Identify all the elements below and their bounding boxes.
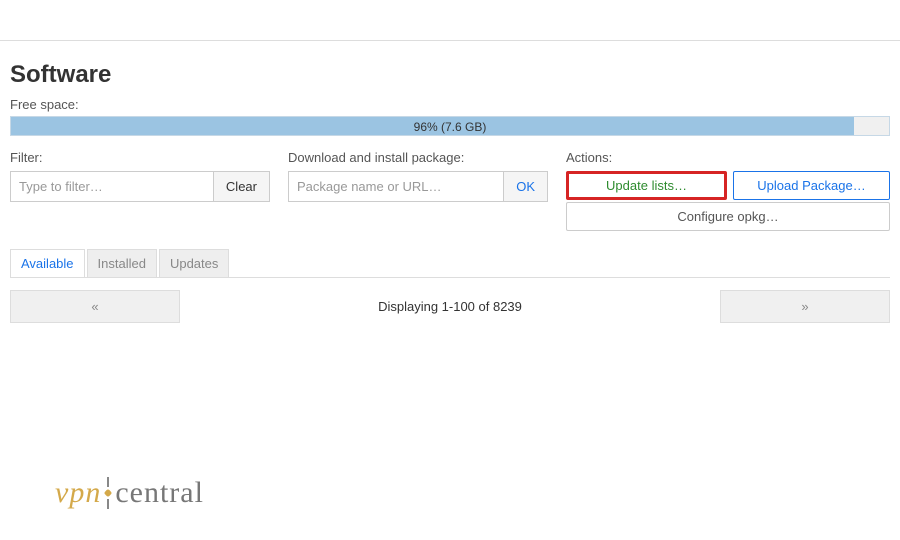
filter-input[interactable] <box>11 172 213 201</box>
watermark-vpn: vpn <box>55 476 101 510</box>
progress-text: 96% (7.6 GB) <box>11 117 889 137</box>
clear-button[interactable]: Clear <box>213 172 269 201</box>
tab-available[interactable]: Available <box>10 249 85 277</box>
configure-opkg-button[interactable]: Configure opkg… <box>566 202 890 231</box>
page-title: Software <box>10 61 890 89</box>
free-space-label: Free space: <box>10 97 890 112</box>
package-label: Download and install package: <box>288 150 548 165</box>
free-space-progress: 96% (7.6 GB) <box>10 116 890 136</box>
filter-label: Filter: <box>10 150 270 165</box>
watermark-central: central <box>115 476 204 510</box>
ok-button[interactable]: OK <box>503 172 547 201</box>
tab-updates[interactable]: Updates <box>159 249 229 277</box>
update-lists-button[interactable]: Update lists… <box>566 171 727 200</box>
pager-next-button[interactable]: » <box>720 290 890 323</box>
package-input[interactable] <box>289 172 503 201</box>
tab-installed[interactable]: Installed <box>87 249 157 277</box>
upload-package-button[interactable]: Upload Package… <box>733 171 890 200</box>
vpn-separator-icon <box>105 476 111 510</box>
pager-prev-button[interactable]: « <box>10 290 180 323</box>
tabs: Available Installed Updates <box>10 249 890 278</box>
pager-display-text: Displaying 1-100 of 8239 <box>180 299 720 314</box>
actions-label: Actions: <box>566 150 890 165</box>
watermark-logo: vpn central <box>55 476 204 510</box>
